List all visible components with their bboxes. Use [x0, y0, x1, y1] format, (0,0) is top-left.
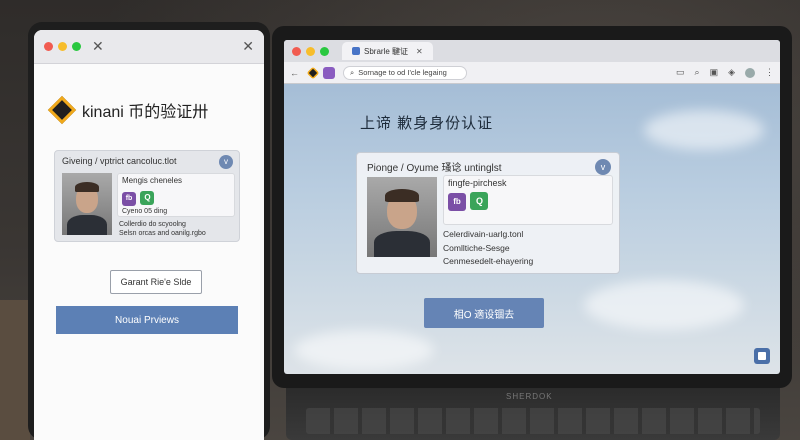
close-icon[interactable]: ✕	[92, 38, 104, 55]
card-field-2: Comlltiche-Sesge	[443, 243, 510, 253]
chevron-down-icon[interactable]: v	[219, 155, 233, 169]
brand-logo-icon	[47, 95, 77, 125]
cast-icon[interactable]: ▭	[676, 67, 685, 78]
id-photo	[367, 177, 437, 257]
phone-title-bar: ✕ ✕	[34, 30, 264, 64]
laptop-brand-label: SHERDOK	[506, 392, 553, 401]
card-info-panel: fingfe-pirchesk fb Q	[443, 175, 613, 225]
card-name-line: Mengis cheneles	[122, 176, 183, 185]
close-dot-icon[interactable]	[44, 42, 53, 51]
address-text: Sornage to od I'cle legaing	[358, 68, 447, 77]
extension-icon[interactable]	[323, 66, 335, 79]
back-arrow-icon[interactable]: ←	[290, 68, 299, 78]
phone-screen: ✕ ✕ kinani 币的验证卅 Giveing / vptrict canco…	[34, 30, 264, 440]
close-icon[interactable]: ✕	[242, 38, 254, 55]
maximize-dot-icon[interactable]	[320, 46, 329, 56]
brand-logo-icon[interactable]	[306, 66, 320, 79]
browser-tab-strip: Sbrarle 騝证 ✕	[284, 40, 780, 62]
close-icon[interactable]: ✕	[416, 47, 423, 56]
page-title: 上谛 歉身身份认证	[360, 115, 494, 132]
identity-card[interactable]: Giveing / vptrict cancoluc.tlot v Mengis…	[54, 150, 240, 242]
avatar[interactable]	[745, 67, 755, 78]
minimize-dot-icon[interactable]	[58, 42, 67, 51]
zoom-icon[interactable]: ⌕	[695, 67, 700, 78]
maximize-dot-icon[interactable]	[72, 42, 81, 51]
card-name-line: fingfe-pirchesk	[448, 178, 507, 188]
card-code-line: Cyeno 05 ding	[122, 208, 168, 215]
address-bar[interactable]: ⌕ Sornage to od I'cle legaing	[343, 65, 467, 80]
tab-favicon-icon	[352, 47, 360, 55]
extensions-icon[interactable]: ▣	[710, 67, 719, 78]
minimize-dot-icon[interactable]	[306, 46, 315, 56]
primary-button[interactable]: Nouai Prviews	[56, 306, 238, 334]
brand-title: kinani 币的验证卅	[82, 104, 209, 121]
laptop-base: SHERDOK	[286, 388, 780, 440]
identity-card[interactable]: Pionge / Oyume 瑵谂 untinglst v fingfe-pir…	[356, 152, 620, 274]
card-field-3: Cenmesedelt-ehayering	[443, 256, 534, 266]
card-detail-2: Selsn orcas and oanilg.rgbo	[119, 230, 206, 237]
phone-device: ✕ ✕ kinani 币的验证卅 Giveing / vptrict canco…	[28, 22, 270, 440]
tab-title: Sbrarle 騝证	[364, 46, 409, 56]
desk-edge	[0, 300, 30, 440]
app-badge-green-icon: Q	[470, 192, 489, 210]
shield-icon[interactable]: ◈	[728, 67, 735, 78]
app-badge-purple-icon: fb	[122, 192, 136, 206]
app-badge-purple-icon: fb	[448, 193, 466, 211]
phone-brand-row: kinani 币的验证卅	[47, 95, 264, 125]
card-detail-1: Collerdio do scyoolng	[119, 221, 186, 228]
app-badge-green-icon: Q	[140, 191, 155, 205]
browser-tab[interactable]: Sbrarle 騝证 ✕	[342, 42, 433, 60]
card-field-1: Celerdivain-uarlg.tonl	[443, 229, 524, 239]
toolbar-actions: ▭ ⌕ ▣ ◈ ⋮	[666, 67, 774, 78]
card-info-panel: Mengis cheneles fb Q Cyeno 05 ding	[117, 173, 235, 217]
browser-toolbar: ← ⌕ Sornage to od I'cle legaing ▭ ⌕ ▣ ◈ …	[284, 62, 780, 84]
search-icon: ⌕	[350, 67, 355, 77]
chevron-down-icon[interactable]: v	[595, 159, 611, 175]
close-dot-icon[interactable]	[292, 46, 301, 56]
id-photo	[62, 173, 112, 235]
laptop-device: Sbrarle 騝证 ✕ ← ⌕ Sornage to od I'cle leg…	[272, 26, 792, 388]
chat-widget-icon[interactable]	[754, 348, 770, 364]
keyboard	[306, 408, 760, 434]
kebab-menu-icon[interactable]: ⋮	[765, 67, 774, 78]
card-header: Giveing / vptrict cancoluc.tlot	[62, 156, 177, 166]
primary-button[interactable]: 相O 適设锢去	[424, 298, 544, 328]
laptop-screen: Sbrarle 騝证 ✕ ← ⌕ Sornage to od I'cle leg…	[284, 40, 780, 374]
secondary-button[interactable]: Garant Rie'e Slde	[110, 270, 202, 294]
